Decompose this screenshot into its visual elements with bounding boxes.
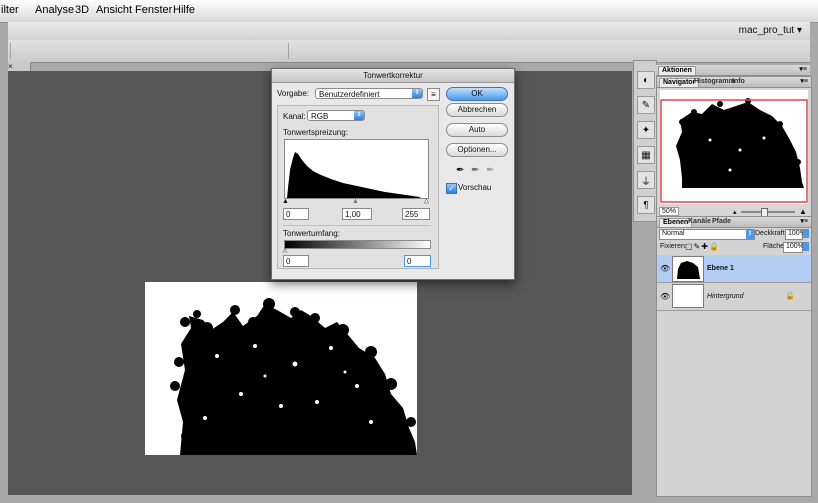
preset-select[interactable]: Benutzerdefiniert ⇕ <box>315 88 423 99</box>
preset-options-icon[interactable]: ≡ <box>427 88 440 101</box>
document-canvas[interactable] <box>145 282 417 455</box>
histogram <box>284 139 429 199</box>
layer-row-ebene-1[interactable]: 👁 Ebene 1 <box>657 255 811 283</box>
navigator-thumbnail <box>660 98 808 203</box>
panel-icon-strip: ◐ ✎ ✦ ▦ ⏚ ¶ <box>633 60 657 222</box>
options-button[interactable]: Optionen... <box>446 143 508 157</box>
workspace-switcher[interactable]: mac_pro_tut ▾ <box>739 25 802 36</box>
layer-name[interactable]: Hintergrund <box>707 293 744 300</box>
menu-analyse[interactable]: Analyse <box>35 4 74 16</box>
preset-label: Vorgabe: <box>277 89 310 98</box>
panel-menu-icon[interactable]: ▾≡ <box>799 65 807 73</box>
layer-thumbnail <box>672 284 704 308</box>
layer-thumbnail <box>672 256 704 282</box>
navigator-panel: Navigator Histogramm Info ▾≡ 50% ▴ ▲ <box>656 76 812 218</box>
preview-checkbox[interactable]: ✓ <box>446 183 457 194</box>
document-tab[interactable]: × <box>8 62 31 71</box>
layers-tabs: Ebenen Kanäle Pfade ▾≡ <box>657 217 811 228</box>
chevron-down-icon: ⇕ <box>354 111 364 120</box>
chevron-down-icon: ⇕ <box>746 230 754 239</box>
panel-menu-icon[interactable]: ▾≡ <box>800 77 808 85</box>
input-gamma-field[interactable]: 1,00 <box>342 208 372 220</box>
gray-eyedropper-icon[interactable]: ✒ <box>471 165 479 176</box>
options-bar <box>8 40 810 63</box>
menu-bar: ilter Analyse 3D Ansicht Fenster Hilfe <box>0 0 818 23</box>
blend-mode-value: Normal <box>662 230 685 237</box>
input-slider[interactable]: ▲ ▲ ▲ <box>282 198 430 206</box>
opacity-field[interactable]: 100% <box>785 229 806 240</box>
output-black-field[interactable]: 0 <box>283 255 309 267</box>
output-slider[interactable]: ▲ <box>282 248 429 255</box>
channel-label: Kanal: <box>283 112 306 121</box>
gamma-handle[interactable]: ▲ <box>352 198 359 205</box>
options-divider <box>10 43 11 59</box>
visibility-eye-icon[interactable]: 👁 <box>660 292 670 301</box>
black-point-handle[interactable]: ▲ <box>282 198 289 205</box>
histogram-graph <box>287 152 421 198</box>
zoom-slider[interactable] <box>741 211 795 213</box>
navigator-tabs: Navigator Histogramm Info ▾≡ <box>657 77 811 88</box>
lock-label: Fixieren: <box>660 243 687 250</box>
zoom-out-icon[interactable]: ▴ <box>733 208 737 216</box>
lock-icons[interactable]: ▢✎✚🔒 <box>685 242 720 251</box>
zoom-field[interactable]: 50% <box>659 207 680 216</box>
fill-field[interactable]: 100% <box>783 242 804 253</box>
zoom-in-icon[interactable]: ▲ <box>799 207 807 216</box>
tab-info[interactable]: Info <box>729 78 748 86</box>
white-point-handle[interactable]: ▲ <box>423 198 430 206</box>
usb-icon[interactable]: ⏚ <box>637 171 655 189</box>
dialog-title: Tonwertkorrektur <box>272 69 514 83</box>
tab-actions[interactable]: Aktionen <box>658 66 696 75</box>
navigator-preview[interactable] <box>660 90 808 204</box>
input-white-field[interactable]: 255 <box>402 208 430 220</box>
output-handle[interactable]: ▲ <box>282 248 288 255</box>
channel-select[interactable]: RGB ⇕ <box>307 110 365 121</box>
close-icon[interactable]: × <box>8 62 13 71</box>
preset-value: Benutzerdefiniert <box>319 90 380 99</box>
input-levels-label: Tonwertspreizung: <box>283 128 348 137</box>
opacity-label: Deckkraft: <box>755 230 787 237</box>
actions-panel-header: Aktionen ▾≡ <box>656 65 810 76</box>
black-eyedropper-icon[interactable]: ✒ <box>456 165 464 176</box>
opacity-dropdown-icon[interactable] <box>803 229 809 238</box>
fill-dropdown-icon[interactable] <box>803 242 809 251</box>
ok-button[interactable]: OK <box>446 87 508 101</box>
white-eyedropper-icon[interactable]: ✒ <box>486 165 494 176</box>
menu-3d[interactable]: 3D <box>75 4 89 16</box>
input-black-field[interactable]: 0 <box>283 208 309 220</box>
auto-button[interactable]: Auto <box>446 123 508 137</box>
preview-label: Vorschau <box>458 183 492 192</box>
options-divider <box>288 43 289 59</box>
application-bar: mac_pro_tut ▾ <box>8 22 810 41</box>
layers-panel: Ebenen Kanäle Pfade ▾≡ Normal ⇕ Deckkraf… <box>656 216 812 497</box>
visibility-eye-icon[interactable]: 👁 <box>660 264 670 273</box>
channel-value: RGB <box>311 112 329 121</box>
divider <box>283 225 431 226</box>
menu-filter[interactable]: ilter <box>1 4 19 16</box>
grid-icon[interactable]: ▦ <box>637 146 655 164</box>
menu-ansicht[interactable]: Ansicht <box>96 4 132 16</box>
levels-dialog: Tonwertkorrektur Vorgabe: Benutzerdefini… <box>271 68 515 280</box>
layer-row-hintergrund[interactable]: 👁 Hintergrund 🔒 <box>657 283 811 311</box>
clone-source-icon[interactable]: ✦ <box>637 121 655 139</box>
actions-icon[interactable]: ◐ <box>637 71 655 89</box>
menu-hilfe[interactable]: Hilfe <box>173 4 195 16</box>
layer-name[interactable]: Ebene 1 <box>707 265 734 272</box>
menu-fenster[interactable]: Fenster <box>135 4 172 16</box>
blend-mode-select[interactable]: Normal ⇕ <box>659 229 755 240</box>
cancel-button[interactable]: Abbrechen <box>446 103 508 117</box>
tab-paths[interactable]: Pfade <box>709 218 734 226</box>
output-white-field[interactable]: 0 <box>404 255 431 267</box>
tree-silhouette-image <box>170 298 417 455</box>
brush-presets-icon[interactable]: ✎ <box>637 96 655 114</box>
lock-icon: 🔒 <box>785 291 795 300</box>
character-icon[interactable]: ¶ <box>637 196 655 214</box>
panel-menu-icon[interactable]: ▾≡ <box>800 217 808 225</box>
chevron-down-icon: ⇕ <box>412 89 422 98</box>
output-levels-label: Tonwertumfang: <box>283 229 340 238</box>
